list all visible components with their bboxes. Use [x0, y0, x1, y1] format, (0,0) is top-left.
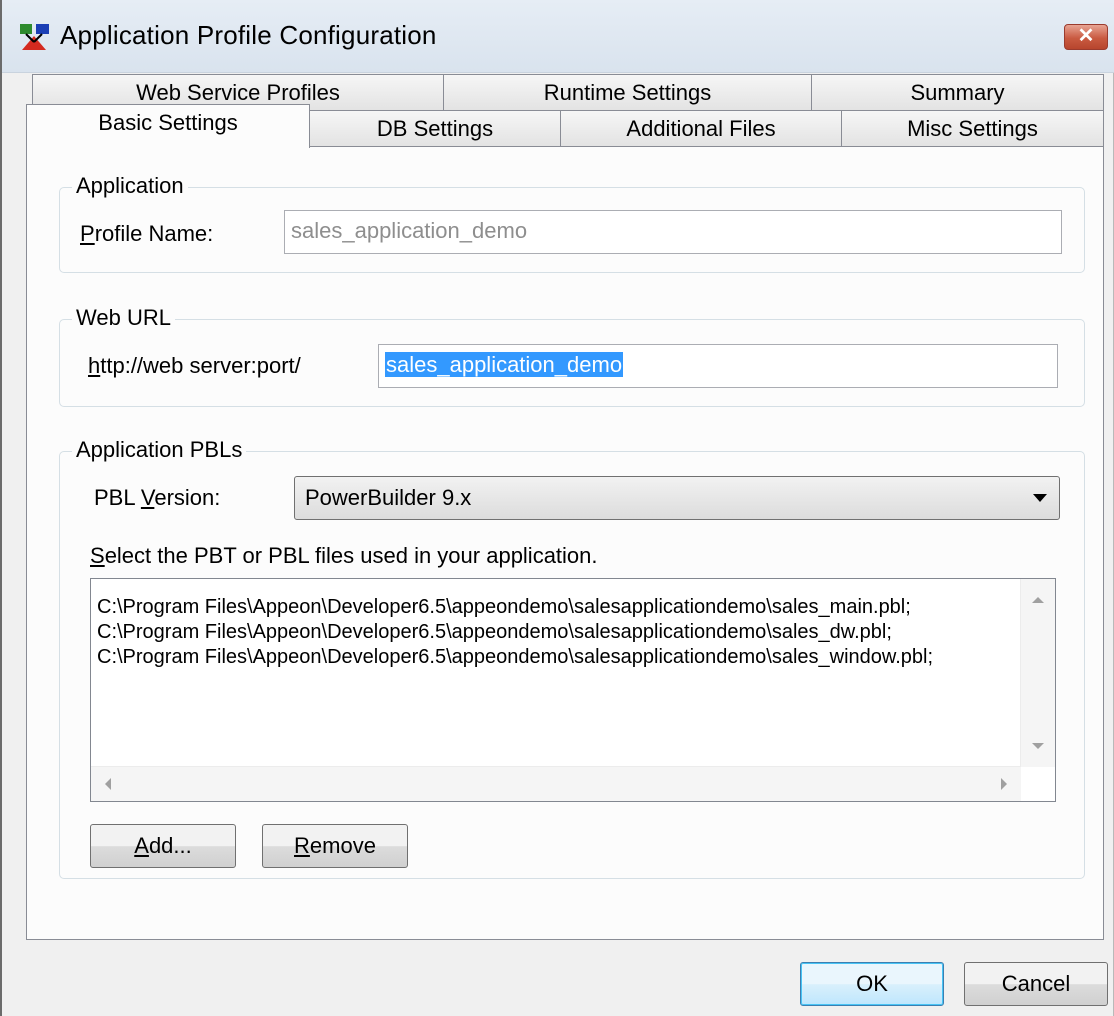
horizontal-scrollbar[interactable] [91, 766, 1021, 801]
web-url-value: sales_application_demo [385, 352, 624, 377]
ok-button[interactable]: OK [800, 962, 944, 1006]
vertical-scrollbar[interactable] [1020, 579, 1055, 767]
tab-misc-settings[interactable]: Misc Settings [841, 110, 1104, 148]
title-bar[interactable]: Application Profile Configuration ✕ [2, 0, 1114, 73]
application-group-title: Application [72, 172, 188, 200]
window-title: Application Profile Configuration [60, 20, 437, 50]
remove-button-label: Remove [294, 833, 376, 858]
tab-label: DB Settings [376, 116, 494, 141]
basic-settings-panel: Application Profile Name: sales_applicat… [26, 146, 1104, 940]
web-url-group: Web URL http://web server:port/ sales_ap… [59, 304, 1085, 407]
chevron-down-icon[interactable] [1033, 494, 1047, 502]
application-group: Application Profile Name: sales_applicat… [59, 172, 1085, 273]
application-pbls-group: Application PBLs PBL Version: PowerBuild… [59, 436, 1085, 879]
scroll-left-icon[interactable] [105, 778, 111, 790]
list-item[interactable]: C:\Program Files\Appeon\Developer6.5\app… [97, 620, 892, 645]
pbl-version-label: PBL Version: [94, 485, 221, 510]
tab-label: Web Service Profiles [136, 80, 340, 105]
ok-button-label: OK [856, 971, 888, 996]
web-url-group-title: Web URL [72, 304, 175, 332]
profile-name-value: sales_application_demo [291, 218, 528, 243]
profile-name-field[interactable]: sales_application_demo [284, 210, 1062, 254]
tab-summary[interactable]: Summary [811, 74, 1104, 112]
web-url-prefix-label: http://web server:port/ [88, 353, 301, 378]
pbl-version-value: PowerBuilder 9.x [305, 485, 472, 510]
cancel-button[interactable]: Cancel [964, 962, 1108, 1006]
remove-button[interactable]: Remove [262, 824, 408, 868]
scroll-up-icon[interactable] [1032, 597, 1044, 603]
tab-label: Runtime Settings [543, 80, 712, 105]
tab-label: Basic Settings [98, 110, 238, 135]
profile-name-label: Profile Name: [80, 221, 214, 246]
tab-db-settings[interactable]: DB Settings [309, 110, 561, 148]
close-icon: ✕ [1077, 25, 1095, 47]
list-item[interactable]: C:\Program Files\Appeon\Developer6.5\app… [97, 595, 911, 620]
add-button-label: Add... [134, 833, 192, 858]
tab-label: Summary [910, 80, 1005, 105]
scroll-right-icon[interactable] [1001, 778, 1007, 790]
pbl-file-list[interactable]: C:\Program Files\Appeon\Developer6.5\app… [90, 578, 1056, 802]
add-button[interactable]: Add... [90, 824, 236, 868]
close-button[interactable]: ✕ [1064, 24, 1108, 50]
application-pbls-group-title: Application PBLs [72, 436, 247, 464]
scroll-down-icon[interactable] [1032, 743, 1044, 749]
tab-basic-settings[interactable]: Basic Settings [26, 104, 310, 148]
application-profile-dialog: Application Profile Configuration ✕ Web … [0, 0, 1114, 1016]
pbl-version-select[interactable]: PowerBuilder 9.x [294, 476, 1060, 520]
list-item[interactable]: C:\Program Files\Appeon\Developer6.5\app… [97, 645, 933, 670]
web-url-field[interactable]: sales_application_demo [378, 344, 1058, 388]
pbl-instruction-text: Select the PBT or PBL files used in your… [90, 543, 598, 568]
tab-runtime-settings[interactable]: Runtime Settings [443, 74, 812, 112]
tab-label: Additional Files [626, 116, 776, 141]
tab-additional-files[interactable]: Additional Files [560, 110, 842, 148]
app-profile-icon [20, 24, 49, 50]
tab-label: Misc Settings [907, 116, 1038, 141]
cancel-button-label: Cancel [1001, 971, 1071, 996]
